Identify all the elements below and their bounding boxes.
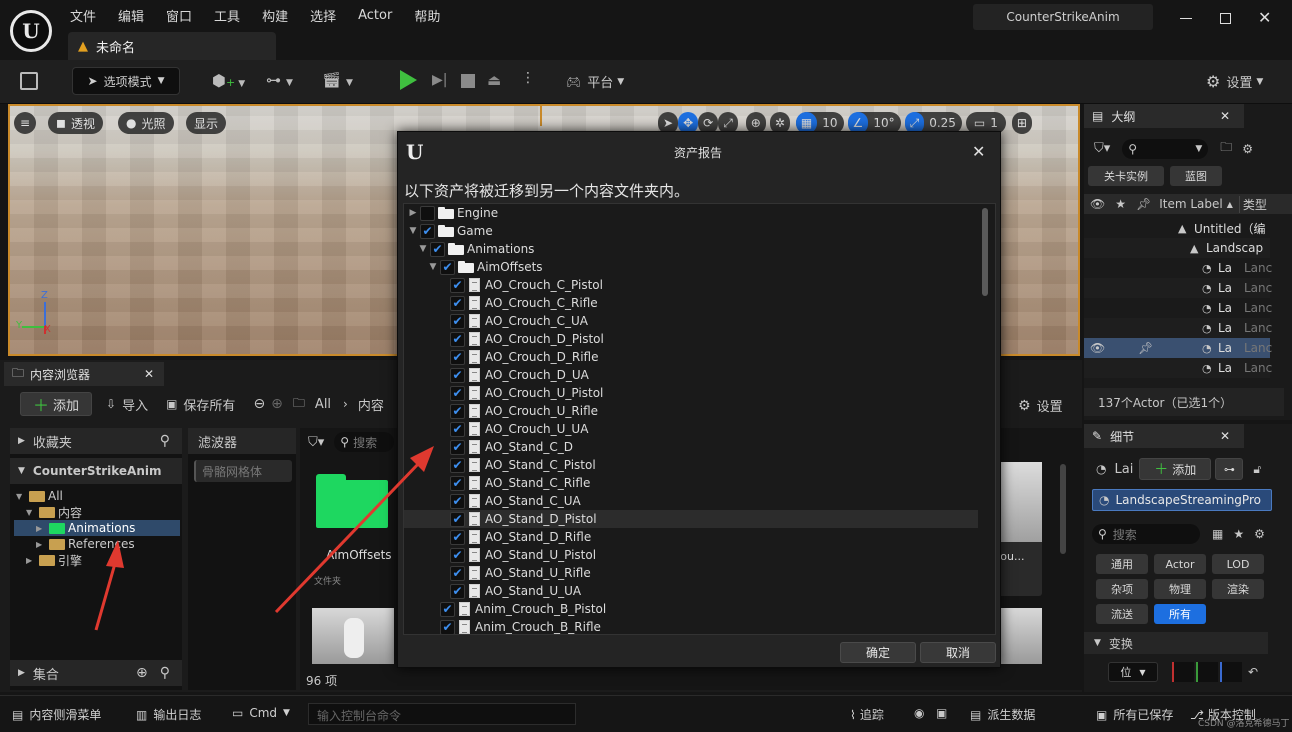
content-drawer-button[interactable]: ▤ 内容侧滑菜单	[12, 706, 101, 723]
cmd-dropdown[interactable]: ▭ Cmd ▼	[232, 706, 290, 720]
screenshot-icon[interactable]: ▣	[936, 706, 947, 720]
trace-button[interactable]: ⌇ 追踪	[850, 706, 884, 723]
console-input[interactable]: 输入控制台命令	[308, 703, 576, 725]
record-icon[interactable]: ◉	[914, 706, 924, 720]
all-saved-button[interactable]: ▣ 所有已保存	[1096, 706, 1173, 723]
content-drawer-label: 内容侧滑菜单	[29, 708, 102, 722]
status-bar: ▤ 内容侧滑菜单 ▥ 输出日志 ▭ Cmd ▼ 输入控制台命令 ⌇ 追踪 ◉ ▣ ▤ 派生数…	[0, 695, 1292, 732]
terminal-icon: ▭	[232, 706, 244, 720]
trace-icon: ⌇	[850, 707, 856, 722]
console-placeholder: 输入控制台命令	[317, 709, 402, 723]
log-icon: ▥	[136, 707, 148, 722]
derived-data-label: 派生数据	[987, 708, 1036, 722]
watermark: CSDN @洛克希德马丁	[1198, 719, 1290, 729]
output-log-label: 输出日志	[153, 708, 202, 722]
annotation-arrow-center	[274, 446, 434, 614]
all-saved-label: 所有已保存	[1113, 708, 1174, 722]
drawer-icon: ▤	[12, 707, 24, 722]
annotation-arrows	[94, 446, 434, 631]
trace-label: 追踪	[859, 708, 884, 722]
derived-data-button[interactable]: ▤ 派生数据	[970, 706, 1035, 723]
output-log-button[interactable]: ▥ 输出日志	[136, 706, 201, 723]
derived-data-icon: ▤	[970, 707, 982, 722]
cmd-label: Cmd	[249, 706, 278, 720]
save-status-icon: ▣	[1096, 707, 1108, 722]
annotation-arrow-left	[94, 540, 124, 631]
